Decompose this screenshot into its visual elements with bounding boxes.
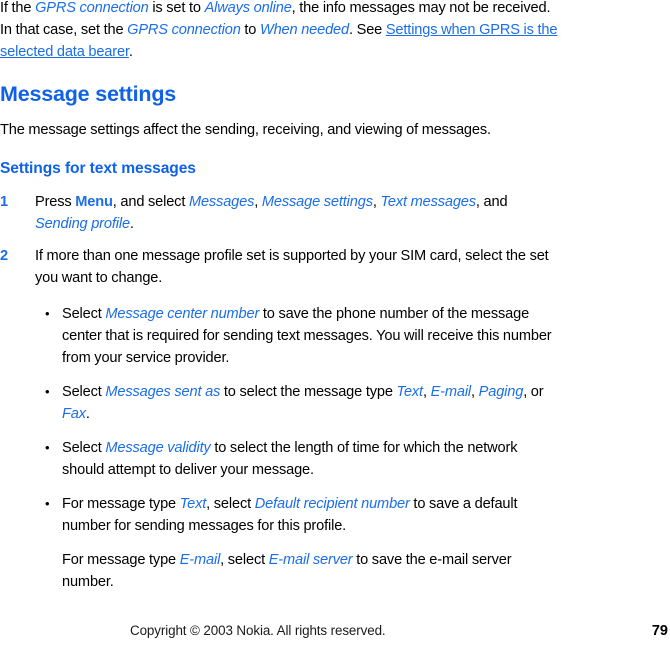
bullet2-text-4: , (471, 384, 479, 400)
page-number: 79 (651, 623, 668, 639)
step1-text-5: , and (475, 194, 508, 210)
step-item: 1 Press Menu, and select Messages, Messa… (0, 191, 597, 235)
copyright-notice: Copyright © 2003 Nokia. All rights reser… (130, 623, 386, 638)
bullet4-text-2: , select (206, 496, 255, 512)
bullet4-text-1: For message type (62, 496, 180, 512)
list-item: • Select Message validity to select the … (0, 437, 562, 481)
step1-term-menu: Menu (75, 194, 113, 210)
numbered-steps-list: 1 Press Menu, and select Messages, Messa… (0, 191, 670, 289)
bullet4-cont-term-email: E-mail (179, 552, 221, 568)
bullet2-term-text: Text (396, 384, 424, 400)
step1-text-3: , (254, 194, 262, 210)
bullet-text: Select Message validity to select the le… (62, 437, 562, 481)
intro-term-always-online: Always online (204, 0, 292, 16)
bullet-text: For message type Text, select Default re… (62, 493, 562, 537)
bullet4-cont-text-2: , select (220, 552, 269, 568)
step-number: 1 (0, 194, 9, 210)
intro-text-6: . (128, 44, 133, 60)
step-text: If more than one message profile set is … (35, 248, 549, 286)
bullet2-text-6: . (85, 406, 90, 422)
page-footer: Copyright © 2003 Nokia. All rights reser… (0, 621, 670, 641)
bullet-dot-icon: • (45, 384, 50, 399)
step1-term-message-settings: Message settings (261, 194, 373, 210)
bullet4-term-default-recipient-number: Default recipient number (254, 496, 410, 512)
bullet-continuation-paragraph: For message type E-mail, select E-mail s… (0, 549, 562, 593)
section-intro-paragraph: The message settings affect the sending,… (0, 122, 491, 138)
step-item: 2 If more than one message profile set i… (0, 245, 597, 289)
step1-term-sending-profile: Sending profile (35, 216, 130, 232)
step1-text-6: . (129, 216, 134, 232)
bullet2-text-5: , or (523, 384, 544, 400)
intro-text-1: If the (0, 0, 36, 16)
step1-term-messages: Messages (188, 194, 255, 210)
document-page: If the GPRS connection is set to Always … (0, 0, 670, 649)
bullet4-cont-text-1: For message type (62, 552, 180, 568)
intro-term-gprs-connection-2: GPRS connection (127, 22, 241, 38)
bullet2-term-fax: Fax (62, 406, 86, 422)
bullet4-term-text: Text (179, 496, 207, 512)
bullet2-term-paging: Paging (478, 384, 524, 400)
bulleted-list: • Select Message center number to save t… (0, 303, 670, 593)
step1-term-text-messages: Text messages (380, 194, 476, 210)
bullet2-text-1: Select (62, 384, 106, 400)
bullet-dot-icon: • (45, 496, 50, 511)
bullet3-term-message-validity: Message validity (105, 440, 211, 456)
page-content: If the GPRS connection is set to Always … (0, 0, 670, 593)
bullet-text: Select Message center number to save the… (62, 303, 562, 369)
intro-text-4: to (240, 22, 260, 38)
list-item: • For message type Text, select Default … (0, 493, 562, 537)
step-text: Press Menu, and select Messages, Message… (35, 191, 562, 235)
section-heading-message-settings: Message settings (0, 82, 177, 106)
bullet2-text-3: , (422, 384, 431, 400)
step1-text-2: , and select (112, 194, 189, 210)
bullet2-term-email: E-mail (430, 384, 472, 400)
intro-term-gprs-connection-1: GPRS connection (35, 0, 149, 16)
bullet3-text-1: Select (62, 440, 106, 456)
step-number: 2 (0, 248, 9, 264)
intro-term-when-needed: When needed (259, 22, 349, 38)
intro-paragraph: If the GPRS connection is set to Always … (0, 0, 562, 63)
subsection-heading-settings-for-text-messages: Settings for text messages (0, 160, 196, 177)
bullet-dot-icon: • (45, 440, 50, 455)
bullet2-term-messages-sent-as: Messages sent as (105, 384, 221, 400)
bullet1-term-message-center-number: Message center number (105, 306, 260, 322)
bullet-text: Select Messages sent as to select the me… (62, 381, 562, 425)
intro-text-2: is set to (148, 0, 205, 16)
bullet-dot-icon: • (45, 306, 50, 321)
bullet2-text-2: to select the message type (220, 384, 397, 400)
bullet4-cont-term-email-server: E-mail server (268, 552, 353, 568)
bullet1-text-1: Select (62, 306, 106, 322)
intro-text-5: . See (349, 22, 386, 38)
list-item: • Select Messages sent as to select the … (0, 381, 562, 425)
step1-text-1: Press (35, 194, 76, 210)
list-item: • Select Message center number to save t… (0, 303, 562, 369)
